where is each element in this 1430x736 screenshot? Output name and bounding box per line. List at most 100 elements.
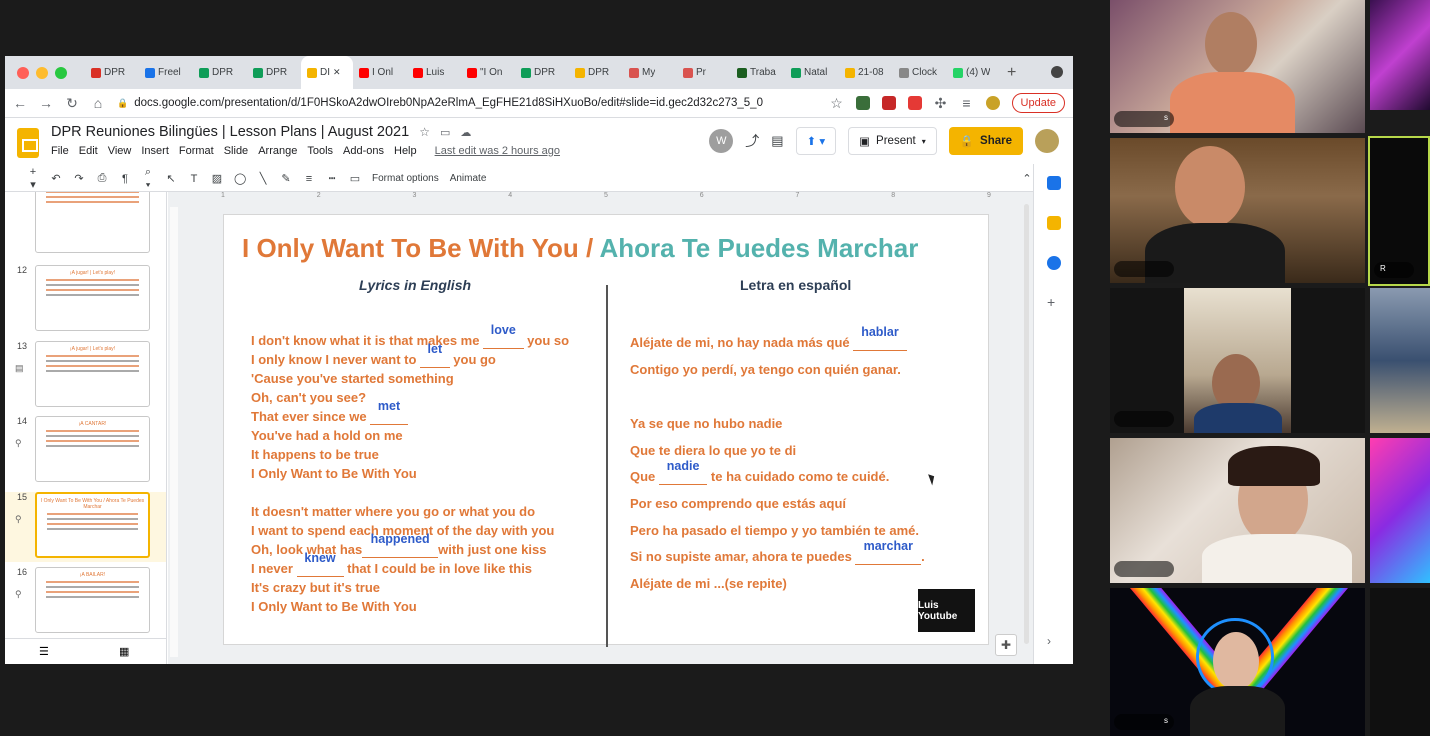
bookmark-star-icon[interactable]: ☆	[830, 95, 844, 112]
document-title[interactable]: DPR Reuniones Bilingües | Lesson Plans |…	[51, 124, 409, 140]
forward-icon[interactable]: →	[39, 95, 53, 111]
slide[interactable]: I Only Want To Be With You / Ahora Te Pu…	[223, 214, 989, 647]
menu-edit[interactable]: Edit	[79, 145, 98, 157]
youtube-thumbnail[interactable]: Luis Youtube	[918, 589, 975, 632]
video-tile[interactable]	[1110, 138, 1365, 283]
browser-tab[interactable]: DPR	[85, 56, 139, 89]
border-dash-icon[interactable]: ┅	[326, 172, 338, 185]
expand-panel-icon[interactable]: ›	[1047, 634, 1051, 648]
add-addon-icon[interactable]: +	[1047, 294, 1055, 310]
shape-icon[interactable]: ◯	[234, 172, 246, 185]
calendar-icon[interactable]	[1047, 176, 1061, 190]
reload-icon[interactable]: ↻	[65, 95, 79, 112]
maximize-window-button[interactable]	[55, 66, 67, 79]
activity-trend-icon[interactable]: ⤴	[745, 131, 759, 151]
meet-present-button[interactable]: ⬆ ▾	[795, 127, 837, 155]
browser-tab[interactable]: DI ✕	[301, 56, 353, 89]
comment-add-icon[interactable]: ▭	[349, 172, 361, 185]
minimize-window-button[interactable]	[36, 66, 48, 79]
select-icon[interactable]: ↖	[165, 172, 177, 185]
extension-icon[interactable]	[855, 96, 870, 110]
line-icon[interactable]: ╲	[257, 172, 269, 185]
browser-tab[interactable]: DPR	[193, 56, 247, 89]
explore-icon[interactable]: ✚	[995, 634, 1017, 656]
chevron-down-icon[interactable]: ▾	[922, 137, 926, 146]
collaborator-avatar[interactable]: W	[709, 129, 734, 153]
video-tile[interactable]: s	[1110, 0, 1365, 133]
link-marker-icon[interactable]: ⚲	[15, 589, 22, 600]
slide-thumbnail[interactable]: 14 ¡A CANTAR! ⚲	[5, 416, 166, 486]
menu-help[interactable]: Help	[394, 145, 417, 157]
menu-format[interactable]: Format	[179, 145, 214, 157]
new-tab-button[interactable]: +	[1007, 64, 1016, 82]
browser-tab[interactable]: My	[623, 56, 677, 89]
active-speaker-tile[interactable]: R	[1368, 136, 1430, 286]
link-marker-icon[interactable]: ⚲	[15, 438, 22, 449]
menu-file[interactable]: File	[51, 145, 69, 157]
video-tile[interactable]	[1110, 438, 1365, 583]
text-box-icon[interactable]: T	[188, 173, 200, 185]
browser-tab[interactable]: (4) W	[947, 56, 1001, 89]
image-icon[interactable]: ▨	[211, 172, 223, 185]
canvas-scrollbar[interactable]	[1024, 204, 1029, 644]
format-options-button[interactable]: Format options	[372, 173, 439, 184]
menu-tools[interactable]: Tools	[307, 145, 333, 157]
close-window-button[interactable]	[17, 66, 29, 79]
menu-slide[interactable]: Slide	[224, 145, 248, 157]
close-tab-icon[interactable]: ✕	[333, 67, 341, 78]
menu-view[interactable]: View	[108, 145, 132, 157]
pen-icon[interactable]: ✎	[280, 172, 292, 185]
slide-thumbnail[interactable]: 16 ¡A BAILAR! ⚲	[5, 567, 166, 637]
new-slide-icon[interactable]: + ▾	[27, 166, 39, 191]
tasks-icon[interactable]	[1047, 256, 1061, 270]
video-tile[interactable]	[1370, 288, 1430, 433]
paint-format-icon[interactable]: ¶	[119, 173, 131, 185]
print-icon[interactable]: ⎙	[96, 172, 108, 185]
tab-search-icon[interactable]	[1051, 66, 1063, 78]
extensions-puzzle-icon[interactable]: ✣	[934, 95, 948, 112]
move-folder-icon[interactable]: ▭	[440, 126, 450, 139]
video-tile[interactable]	[1370, 588, 1430, 736]
back-icon[interactable]: ←	[13, 95, 27, 111]
browser-tab[interactable]: I Onl	[353, 56, 407, 89]
reading-list-icon[interactable]: ≡	[960, 95, 974, 111]
browser-tab[interactable]: Natal	[785, 56, 839, 89]
animate-button[interactable]: Animate	[450, 173, 487, 184]
cloud-status-icon[interactable]: ☁	[460, 126, 471, 139]
browser-tab[interactable]: Clock	[893, 56, 947, 89]
menu-arrange[interactable]: Arrange	[258, 145, 297, 157]
star-icon[interactable]: ☆	[419, 125, 430, 139]
account-avatar[interactable]	[1035, 129, 1059, 153]
undo-icon[interactable]: ↶	[50, 172, 62, 185]
grid-view-icon[interactable]: ▦	[119, 645, 129, 658]
url-field[interactable]: 🔒 docs.google.com/presentation/d/1F0HSko…	[117, 92, 818, 114]
menu-insert[interactable]: Insert	[141, 145, 169, 157]
browser-tab[interactable]: Luis	[407, 56, 461, 89]
slide-thumbnail[interactable]: 15 I Only Want To Be With You / Ahora Te …	[5, 492, 166, 562]
link-marker-icon[interactable]: ⚲	[15, 514, 22, 525]
zoom-icon[interactable]: ⌕ ▾	[142, 166, 154, 192]
comments-icon[interactable]: ▤	[771, 133, 783, 149]
slide-thumbnail[interactable]: 13 ¡A jugar! | Let's play! ▤	[5, 341, 166, 411]
browser-tab[interactable]: "I On	[461, 56, 515, 89]
slides-logo-icon[interactable]	[17, 128, 39, 158]
slide-thumbnail[interactable]: 12 ¡A jugar! | Let's play!	[5, 265, 166, 335]
slide-thumbnail[interactable]	[5, 192, 166, 257]
extension-icon[interactable]	[907, 96, 922, 110]
profile-avatar[interactable]	[985, 96, 1000, 110]
video-tile[interactable]	[1370, 0, 1430, 110]
browser-tab[interactable]: Pr	[677, 56, 731, 89]
browser-tab[interactable]: 21-08	[839, 56, 893, 89]
video-tile[interactable]	[1110, 288, 1365, 433]
border-weight-icon[interactable]: ≡	[303, 173, 315, 185]
browser-tab[interactable]: DPR	[515, 56, 569, 89]
browser-tab[interactable]: DPR	[247, 56, 301, 89]
keep-icon[interactable]	[1047, 216, 1061, 230]
comment-marker-icon[interactable]: ▤	[15, 363, 24, 374]
home-icon[interactable]: ⌂	[91, 95, 105, 111]
last-edit-link[interactable]: Last edit was 2 hours ago	[435, 145, 560, 157]
browser-tab[interactable]: DPR	[569, 56, 623, 89]
collapse-toolbar-icon[interactable]: ⌃	[1021, 172, 1033, 185]
video-tile[interactable]	[1370, 438, 1430, 583]
browser-tab[interactable]: Freel	[139, 56, 193, 89]
